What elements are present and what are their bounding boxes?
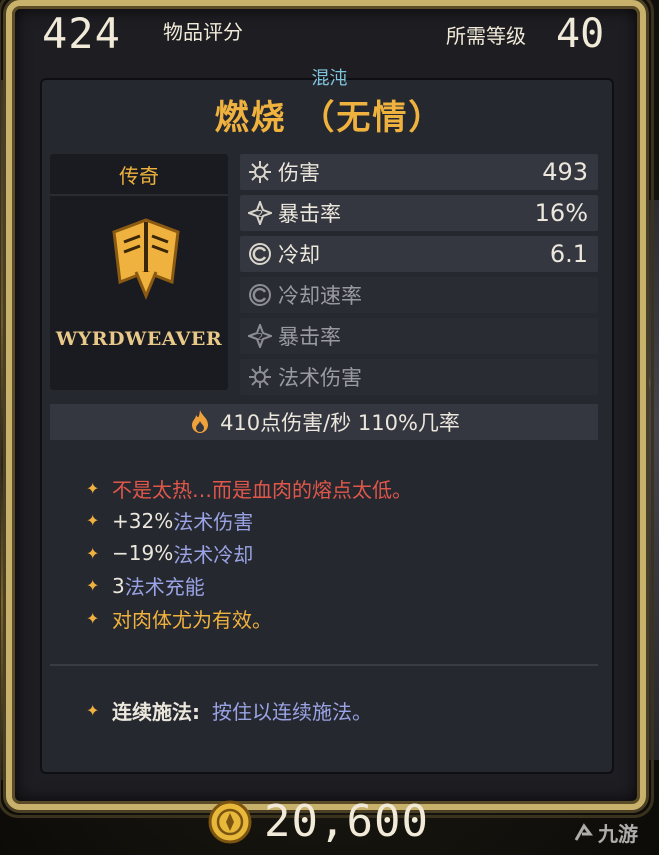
rarity-label: 传奇 <box>119 164 159 188</box>
star-bullet-icon: ✦ <box>86 576 100 596</box>
stat-label: 暴击率 <box>278 325 341 349</box>
cooldown-icon <box>246 240 274 268</box>
fire-icon <box>192 410 209 433</box>
watermark-text: 九游 <box>598 822 638 846</box>
star-bullet-icon: ✦ <box>86 701 100 720</box>
watermark-logo-icon <box>574 822 593 841</box>
effect-text: 法术充能 <box>124 575 205 600</box>
channel-cast-info: ✦ 连续施法: 按住以连续施法。 <box>86 696 372 725</box>
stat-label: 暴击率 <box>278 202 341 226</box>
stat-value: 493 <box>542 158 588 186</box>
effect-number: +32% <box>112 508 174 533</box>
effects-list: ✦ 不是太热…而是血肉的熔点太低。 ✦ +32% 法术伤害 ✦ −19% 法术冷… <box>86 472 412 635</box>
stat-value: 6.1 <box>549 240 588 268</box>
stat-label: 法术伤害 <box>278 366 362 390</box>
element-type: 混沌 <box>311 68 348 89</box>
effect-line: ✦ +32% 法术伤害 <box>86 505 412 538</box>
stat-row-damage: 伤害 493 <box>240 154 598 190</box>
stat-row-cooldown: 冷却 6.1 <box>240 236 598 272</box>
effect-text: 法术伤害 <box>173 510 254 535</box>
item-price: 20,600 <box>208 796 429 847</box>
watermark: 九游 <box>572 818 638 847</box>
star-bullet-icon: ✦ <box>86 511 100 531</box>
effect-text: 法术冷却 <box>173 542 254 567</box>
crit-icon: 2 <box>246 322 274 350</box>
effect-line: ✦ 3 法术充能 <box>86 570 412 603</box>
stat-value: 16% <box>534 199 588 227</box>
required-level-value: 40 <box>556 11 605 57</box>
effect-number: −19% <box>112 541 174 566</box>
star-bullet-icon: ✦ <box>86 478 100 498</box>
rarity-brand-box: 传奇 WYRDWEAVER <box>50 154 228 390</box>
stat-label: 冷却 <box>278 243 320 267</box>
sun-burst-icon <box>246 158 274 186</box>
dps-summary: 410点伤害/秒 110%几率 <box>50 404 598 440</box>
channel-cast-desc: 按住以连续施法。 <box>212 700 372 724</box>
cooldown-icon <box>246 281 274 309</box>
stat-label: 冷却速率 <box>278 284 362 308</box>
dps-text: 410点伤害/秒 110%几率 <box>220 411 460 435</box>
item-name: 燃烧 （无情） <box>214 98 445 138</box>
item-score-value: 424 <box>42 9 121 58</box>
section-divider <box>50 664 598 666</box>
rarity-divider <box>50 194 228 196</box>
required-level-label: 所需等级 <box>446 24 526 48</box>
stat-row-crit: 2 暴击率 16% <box>240 195 598 231</box>
svg-text:2: 2 <box>257 332 263 343</box>
effect-line: ✦ −19% 法术冷却 <box>86 537 412 570</box>
brand-name: WYRDWEAVER <box>55 328 223 350</box>
item-score-label: 物品评分 <box>163 20 243 44</box>
stat-row-cooldown-rate: 冷却速率 <box>240 277 598 313</box>
effect-line: ✦ 不是太热…而是血肉的熔点太低。 <box>86 472 412 505</box>
stat-label: 伤害 <box>278 161 320 185</box>
star-bullet-icon: ✦ <box>86 543 100 563</box>
crit-icon: 2 <box>246 199 274 227</box>
spellbook-icon <box>112 218 180 300</box>
effect-line: ✦ 对肉体尤为有效。 <box>86 602 412 635</box>
effect-text: 对肉体尤为有效。 <box>112 607 272 632</box>
stat-row-spell-damage: 法术伤害 <box>240 359 598 395</box>
effect-number: 3 <box>112 573 125 598</box>
svg-text:2: 2 <box>257 209 263 220</box>
channel-cast-label: 连续施法: <box>112 700 200 724</box>
coin-icon <box>208 800 252 843</box>
star-bullet-icon: ✦ <box>86 608 100 628</box>
effect-lore-text: 不是太热…而是血肉的熔点太低。 <box>112 477 412 502</box>
sun-burst-icon <box>246 363 274 391</box>
price-value: 20,600 <box>264 796 429 847</box>
stat-row-crit-secondary: 2 暴击率 <box>240 318 598 354</box>
